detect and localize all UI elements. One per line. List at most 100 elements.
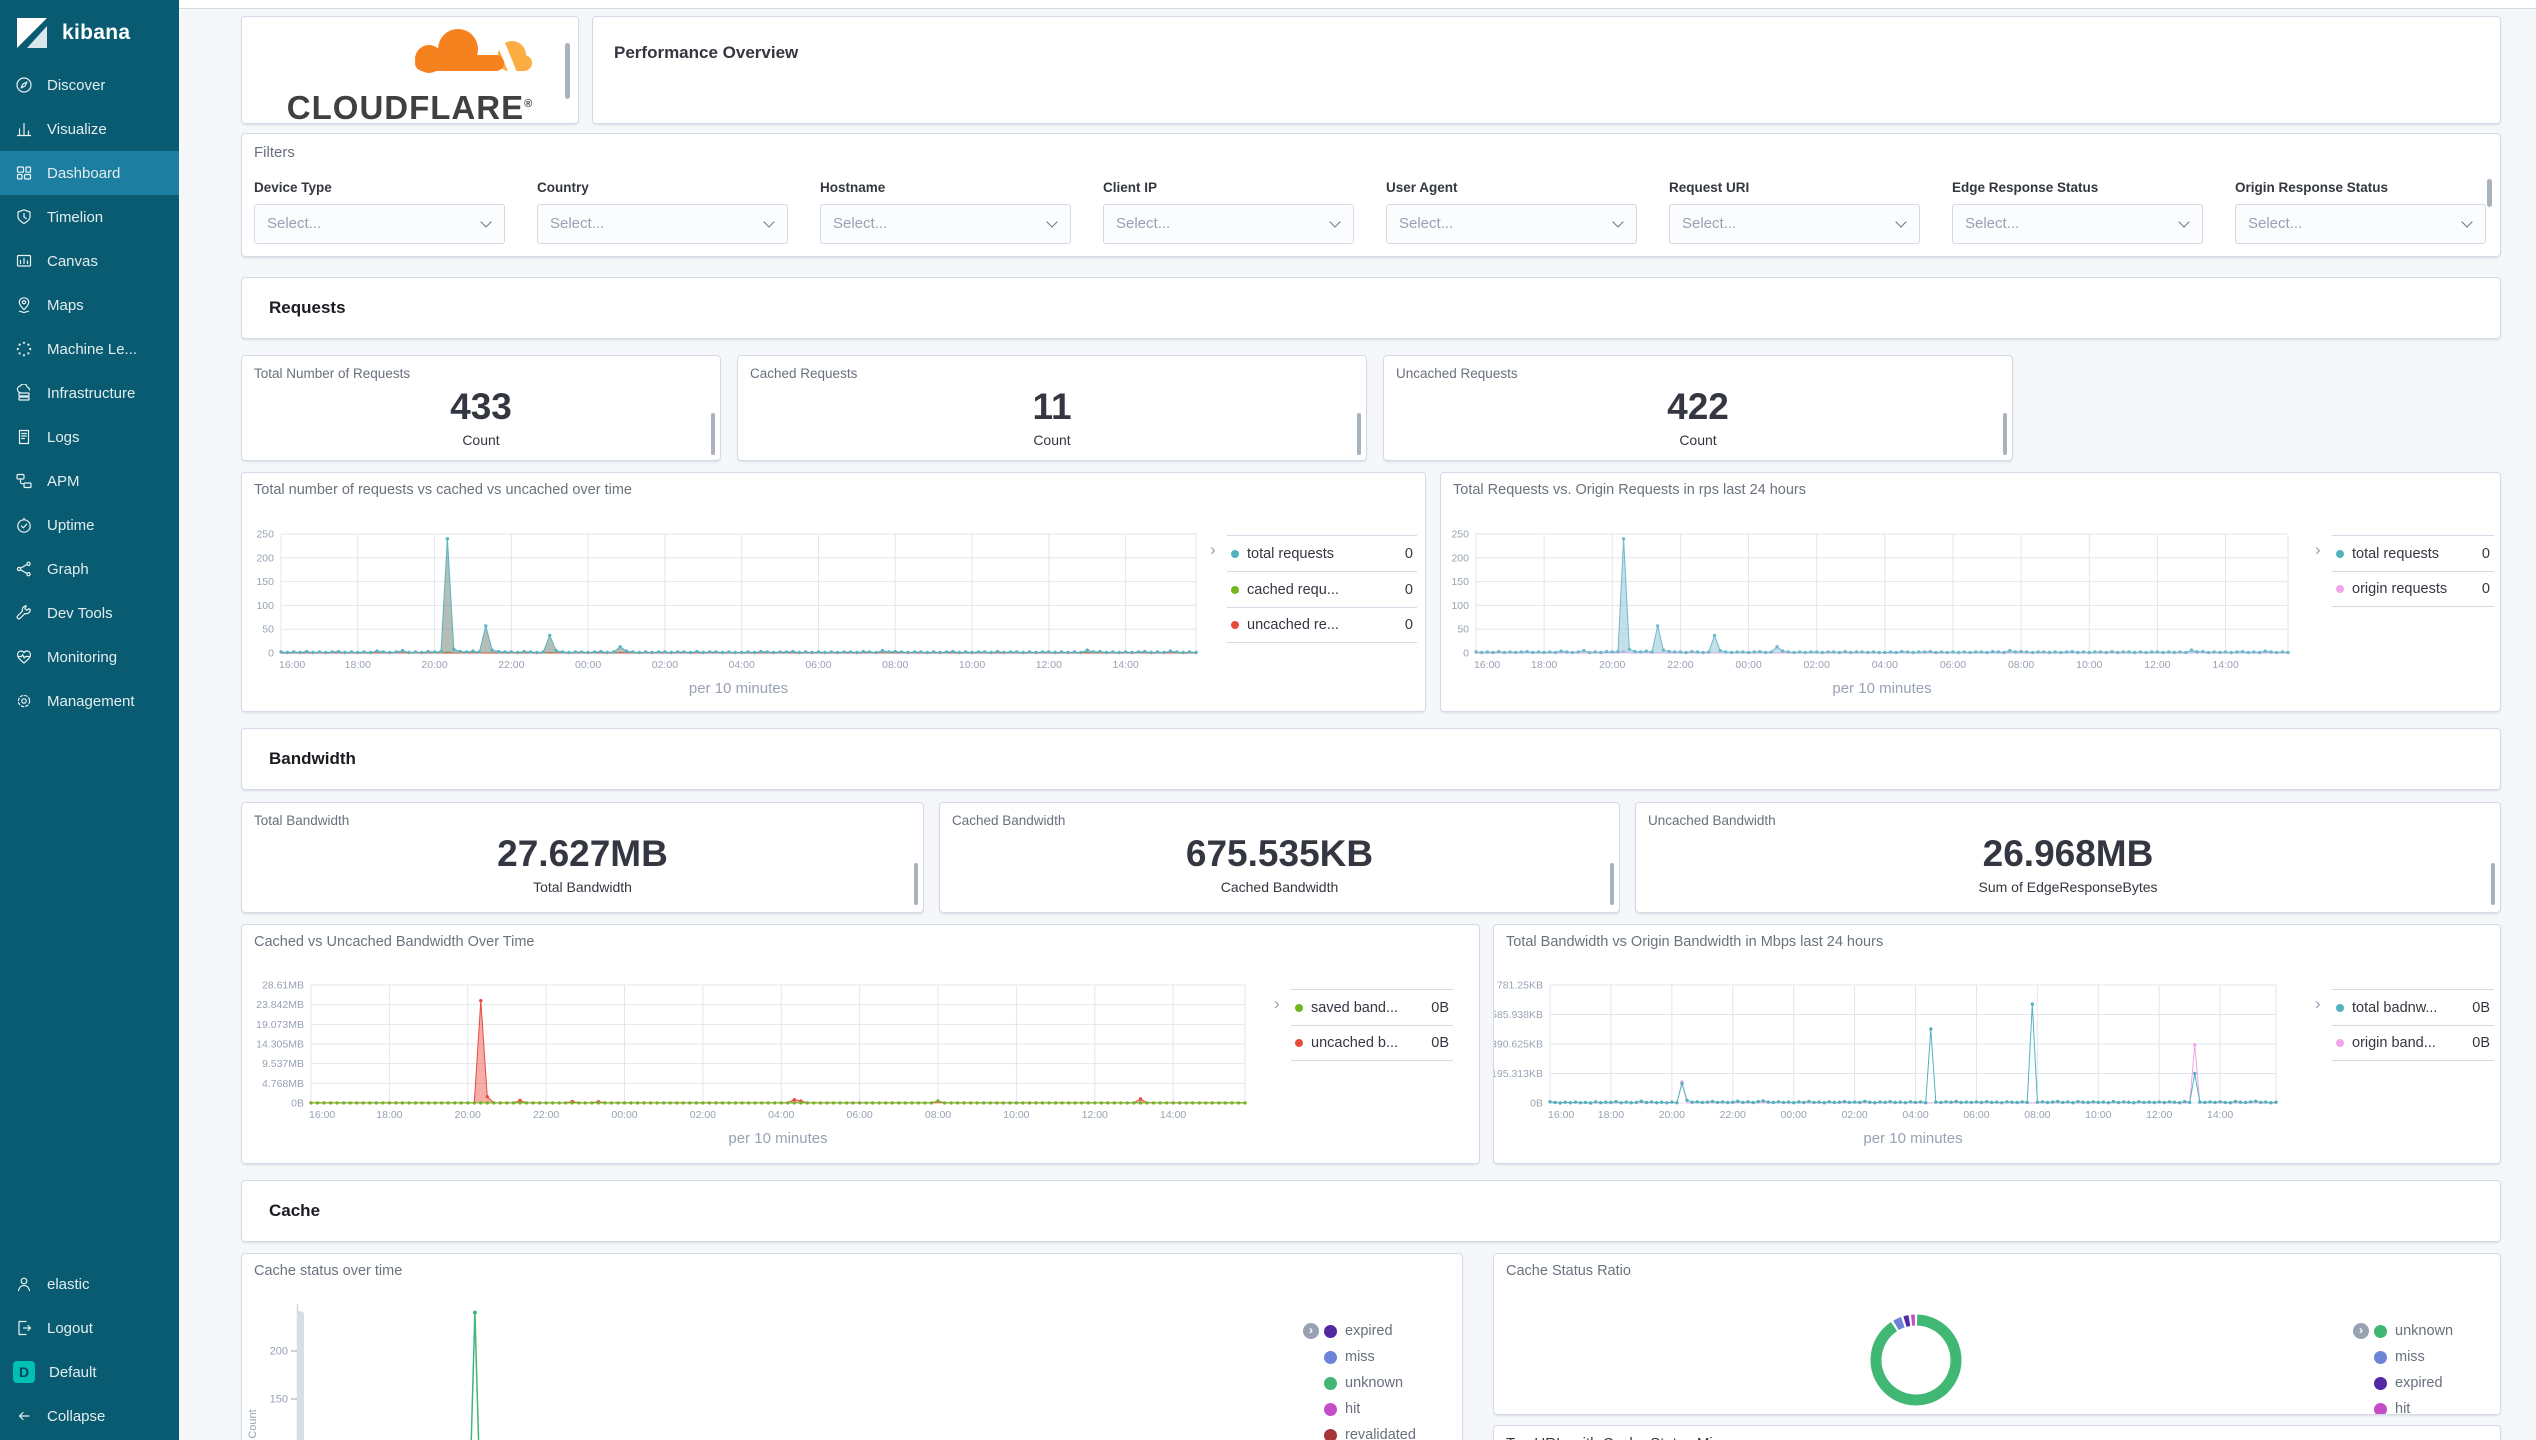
panel-scrollbar[interactable] xyxy=(1357,413,1361,456)
sidebar-item-dashboard[interactable]: Dashboard xyxy=(0,151,179,195)
sidebar-item-ml[interactable]: Machine Le... xyxy=(0,327,179,371)
filter-select-country[interactable]: Select... xyxy=(537,204,788,244)
legend-item[interactable]: hit xyxy=(1324,1396,1416,1422)
sidebar-item-monitoring[interactable]: Monitoring xyxy=(0,635,179,679)
sidebar-item-label: Discover xyxy=(47,76,106,94)
legend-label: origin requests xyxy=(2352,581,2448,597)
panel-scrollbar[interactable] xyxy=(2487,179,2492,207)
ml-icon xyxy=(16,341,32,357)
sidebar-item-visualize[interactable]: Visualize xyxy=(0,107,179,151)
legend-label: miss xyxy=(1345,1349,1375,1365)
sidebar-item-space-default[interactable]: D Default xyxy=(0,1350,179,1394)
svg-text:20:00: 20:00 xyxy=(421,659,447,671)
panel-scrollbar[interactable] xyxy=(914,862,918,905)
select-placeholder: Select... xyxy=(1116,215,1171,232)
filter-select-edge-response-status[interactable]: Select... xyxy=(1952,204,2203,244)
legend-dot xyxy=(1324,1402,1337,1416)
panel-scrollbar[interactable] xyxy=(2491,862,2495,905)
legend-item[interactable]: cached requ... 0 xyxy=(1227,571,1417,607)
legend-item[interactable]: hit xyxy=(2374,1396,2453,1414)
sidebar-item-canvas[interactable]: Canvas xyxy=(0,239,179,283)
filter-select-origin-response-status[interactable]: Select... xyxy=(2235,204,2486,244)
legend-item[interactable]: total requests 0 xyxy=(2332,535,2494,571)
sidebar-item-label: Timelion xyxy=(47,208,104,226)
legend-item[interactable]: uncached b... 0B xyxy=(1291,1025,1453,1061)
legend-expand-icon[interactable]: › xyxy=(1303,1323,1319,1339)
filter-select-device-type[interactable]: Select... xyxy=(254,204,505,244)
filter-select-user-agent[interactable]: Select... xyxy=(1386,204,1637,244)
legend-item[interactable]: origin band... 0B xyxy=(2332,1025,2494,1061)
canvas-icon xyxy=(16,254,32,267)
svg-text:08:00: 08:00 xyxy=(925,1109,951,1121)
sidebar-item-logout[interactable]: Logout xyxy=(0,1306,179,1350)
panel-cache-status-ratio: Cache Status Ratio › unknown miss expired h… xyxy=(1493,1253,2501,1415)
legend-label: expired xyxy=(2395,1375,2443,1391)
metric-title: Cached Requests xyxy=(750,366,858,381)
sidebar-item-apm[interactable]: APM xyxy=(0,459,179,503)
svg-text:585.938KB: 585.938KB xyxy=(1494,1009,1543,1021)
panel-scrollbar[interactable] xyxy=(565,43,570,99)
legend-item[interactable]: revalidated xyxy=(1324,1422,1416,1440)
svg-text:200: 200 xyxy=(1451,552,1469,564)
legend-item[interactable]: origin requests 0 xyxy=(2332,571,2494,607)
sidebar-item-infrastructure[interactable]: Infrastructure xyxy=(0,371,179,415)
legend-item[interactable]: uncached re... 0 xyxy=(1227,607,1417,643)
legend-collapse-icon[interactable]: › xyxy=(1274,995,1280,1012)
registered-mark: ® xyxy=(524,98,534,110)
filter-select-request-uri[interactable]: Select... xyxy=(1669,204,1920,244)
legend-item[interactable]: miss xyxy=(1324,1344,1416,1370)
legend-collapse-icon[interactable]: › xyxy=(1210,541,1216,558)
metric-value: 422 xyxy=(1667,386,1729,427)
filter-select-client-ip[interactable]: Select... xyxy=(1103,204,1354,244)
metric-unit: Total Bandwidth xyxy=(533,879,632,895)
legend-item[interactable]: saved band... 0B xyxy=(1291,989,1453,1025)
sidebar-item-maps[interactable]: Maps xyxy=(0,283,179,327)
legend-item[interactable]: total requests 0 xyxy=(1227,535,1417,571)
filter-request-uri: Request URI Select... xyxy=(1669,180,1920,244)
legend-item[interactable]: unknown xyxy=(2374,1318,2453,1344)
legend-item[interactable]: unknown xyxy=(1324,1370,1416,1396)
panel-scrollbar[interactable] xyxy=(2003,413,2007,456)
kibana-brand[interactable]: kibana xyxy=(0,0,179,63)
legend-expand-icon[interactable]: › xyxy=(2353,1323,2369,1339)
legend-item[interactable]: expired xyxy=(1324,1318,1416,1344)
legend-item[interactable]: miss xyxy=(2374,1344,2453,1370)
sidebar-item-uptime[interactable]: Uptime xyxy=(0,503,179,547)
panel-scrollbar[interactable] xyxy=(1610,862,1614,905)
metric-title: Total Bandwidth xyxy=(254,813,350,828)
sidebar-item-management[interactable]: Management xyxy=(0,679,179,723)
svg-text:9.537MB: 9.537MB xyxy=(262,1058,304,1070)
sidebar-item-user[interactable]: elastic xyxy=(0,1262,179,1306)
cloudflare-logo-panel: CLOUDFLARE® xyxy=(241,16,579,124)
sidebar-item-devtools[interactable]: Dev Tools xyxy=(0,591,179,635)
svg-text:20:00: 20:00 xyxy=(1659,1109,1685,1121)
panel-scrollbar[interactable] xyxy=(297,1311,304,1440)
legend-dot xyxy=(2336,1003,2344,1012)
legend-label: cached requ... xyxy=(1247,581,1339,598)
metric-cached-bandwidth: Cached Bandwidth 675.535KB Cached Bandwi… xyxy=(939,802,1620,913)
infrastructure-icon xyxy=(16,384,31,401)
legend-collapse-icon[interactable]: › xyxy=(2315,995,2321,1012)
legend-item[interactable]: total badnw... 0B xyxy=(2332,989,2494,1025)
sidebar-item-discover[interactable]: Discover xyxy=(0,63,179,107)
filter-select-hostname[interactable]: Select... xyxy=(820,204,1071,244)
legend-value: 0 xyxy=(1404,617,1413,633)
legend-item[interactable]: expired xyxy=(2374,1370,2453,1396)
sidebar-item-label: Logout xyxy=(47,1319,93,1337)
sidebar-item-graph[interactable]: Graph xyxy=(0,547,179,591)
legend-value: 0B xyxy=(2472,999,2490,1016)
chart-legend: › saved band... 0B uncached b... 0B xyxy=(1274,989,1453,1061)
sidebar-item-collapse[interactable]: Collapse xyxy=(0,1394,179,1438)
svg-text:250: 250 xyxy=(1451,529,1469,541)
sidebar-item-label: Collapse xyxy=(47,1407,106,1425)
legend-dot xyxy=(1231,549,1239,558)
sidebar-item-logs[interactable]: Logs xyxy=(0,415,179,459)
legend-collapse-icon[interactable]: › xyxy=(2315,541,2321,558)
sidebar-item-timelion[interactable]: Timelion xyxy=(0,195,179,239)
panel-scrollbar[interactable] xyxy=(711,413,715,456)
svg-text:04:00: 04:00 xyxy=(768,1109,794,1121)
metric-uncached-requests: Uncached Requests 422 Count xyxy=(1383,355,2013,461)
metric-value: 675.535KB xyxy=(1185,833,1374,874)
chevron-down-icon xyxy=(480,216,492,228)
svg-text:14.305MB: 14.305MB xyxy=(256,1039,304,1051)
